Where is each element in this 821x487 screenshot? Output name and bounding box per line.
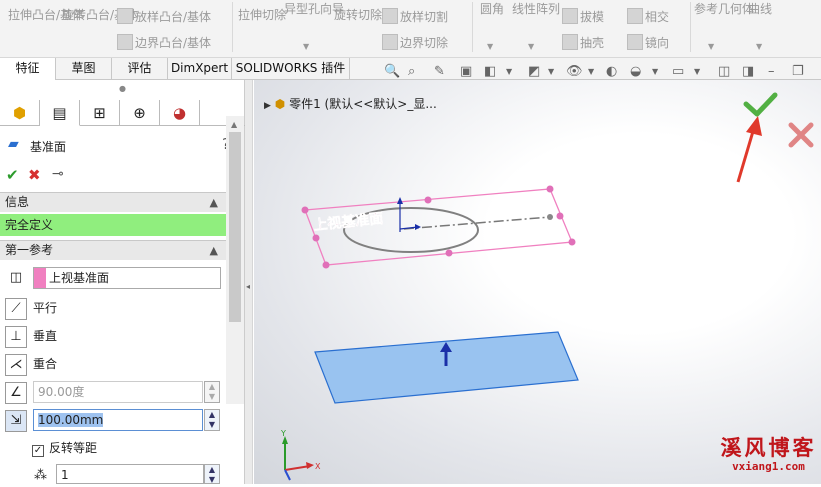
axis-x-arrow-icon bbox=[306, 462, 314, 469]
axis-x-line bbox=[284, 465, 311, 471]
axis-z-line bbox=[284, 469, 291, 481]
triad-x-arrow-icon bbox=[415, 224, 421, 230]
axis-y-label: Y bbox=[280, 429, 286, 438]
line-endpoint[interactable] bbox=[547, 214, 553, 220]
watermark-url: vxiang1.com bbox=[732, 460, 805, 473]
watermark: 溪风博客 vxiang1.com bbox=[716, 436, 821, 474]
confirm-cancel-icon[interactable] bbox=[788, 122, 814, 148]
viewport-graphics: 上视基准面 Y X bbox=[280, 92, 814, 481]
annotation-arrow bbox=[736, 127, 756, 183]
axis-x-label: X bbox=[315, 462, 321, 471]
annotation-arrowhead-icon bbox=[746, 116, 762, 136]
confirm-ok-icon[interactable] bbox=[743, 92, 778, 117]
plane-label-text: 上视基准面 bbox=[313, 210, 384, 234]
watermark-title: 溪风博客 bbox=[720, 435, 817, 460]
new-plane-preview[interactable] bbox=[314, 331, 579, 404]
triad-y-arrow-icon bbox=[397, 197, 403, 204]
